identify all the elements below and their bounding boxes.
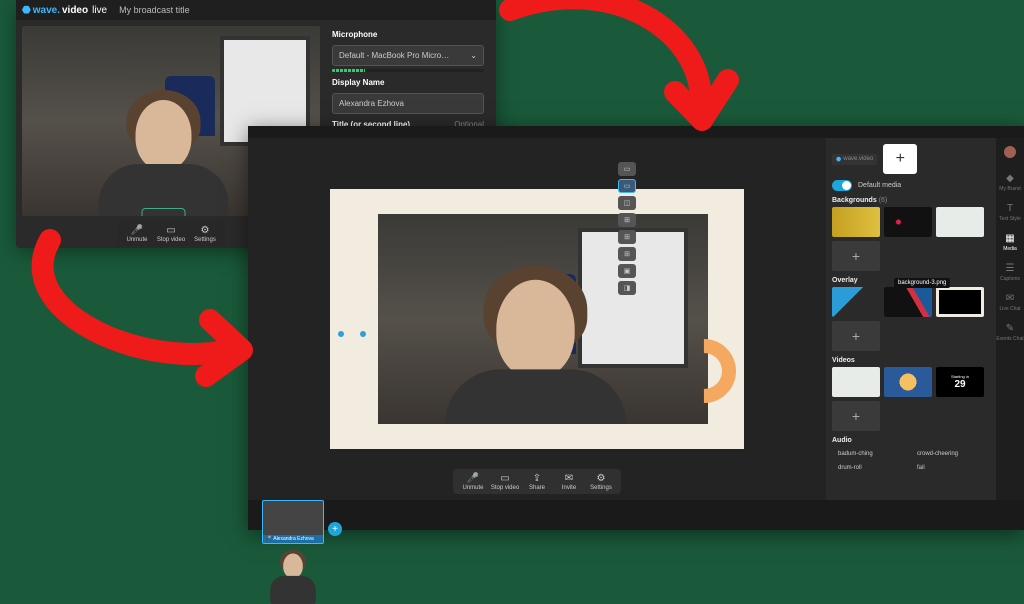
gear-icon: ⚙ — [199, 224, 211, 236]
media-icon: ▦ — [1004, 232, 1016, 244]
stage-canvas — [330, 189, 744, 449]
layout-sidebar[interactable]: ◨ — [618, 281, 636, 295]
stage-settings-button[interactable]: ⚙Settings — [586, 472, 616, 491]
background-thumb[interactable] — [832, 207, 880, 237]
mic-value: Default - MacBook Pro Micro… — [339, 51, 449, 60]
default-media-label: Default media — [858, 182, 901, 189]
brand-icon: ◆ — [1004, 172, 1016, 184]
layout-grid3[interactable]: ⊞ — [618, 213, 636, 227]
user-avatar[interactable] — [1004, 146, 1016, 158]
brand-logo: ⬣ wave.video live — [22, 5, 107, 16]
camera-icon: ▭ — [499, 472, 511, 484]
overlay-thumb-selected[interactable] — [936, 287, 984, 317]
audio-label: Audio — [832, 437, 990, 444]
audio-item[interactable]: crowd-cheering — [911, 447, 990, 461]
mic-label: Microphone — [332, 30, 484, 39]
annotation-arrow-2 — [20, 230, 280, 395]
studio-topbar — [248, 126, 1024, 138]
audio-item[interactable]: drum-roll — [832, 461, 911, 475]
add-background[interactable]: + — [832, 241, 880, 271]
videos-row: Starting in 29 + — [832, 367, 990, 431]
tab-live-chat[interactable]: ✉Live Chat — [999, 292, 1020, 312]
tab-captions[interactable]: ☰Captions — [1000, 262, 1020, 282]
layout-single[interactable]: ▭ — [618, 162, 636, 176]
audio-item[interactable]: badum-ching — [832, 447, 911, 461]
name-label: Display Name — [332, 78, 484, 87]
brand-wave: wave. — [33, 5, 60, 16]
stage-camera-feed — [378, 214, 708, 424]
mic-off-icon: 🎤 — [467, 472, 479, 484]
overlay-thumb[interactable] — [832, 287, 880, 317]
backgrounds-label: Backgrounds (6) — [832, 197, 990, 204]
stop-video-label: Stop video — [157, 237, 185, 243]
participant-strip: 🎤Alexandra Ezhova + — [248, 500, 1024, 530]
audio-item[interactable]: fail — [911, 461, 990, 475]
right-tab-strip: ◆My Brand TText Style ▦Media ☰Captions ✉… — [996, 138, 1024, 500]
invite-icon: ✉ — [563, 472, 575, 484]
layout-framed[interactable]: ▭ — [618, 179, 636, 193]
text-icon: T — [1004, 202, 1016, 214]
brand-live: live — [92, 5, 107, 16]
setup-header: ⬣ wave.video live My broadcast title — [16, 0, 496, 20]
studio-window: 🎤Unmute ▭Stop video ⇪Share ✉Invite ⚙Sett… — [248, 126, 1024, 530]
mic-level-meter — [332, 69, 484, 72]
videos-label: Videos — [832, 357, 990, 364]
backgrounds-row: + — [832, 207, 990, 271]
preview-controls: 🎤 Unmute ▭ Stop video ⚙ Settings — [117, 221, 225, 246]
add-video[interactable]: + — [832, 401, 880, 431]
add-participant-button[interactable]: + — [328, 522, 342, 536]
stage-share-button[interactable]: ⇪Share — [522, 472, 552, 491]
bg-tooltip: background-3.png — [894, 278, 950, 288]
stage-unmute-button[interactable]: 🎤Unmute — [458, 472, 488, 491]
brand-video: video — [62, 5, 88, 16]
participant-thumb[interactable]: 🎤Alexandra Ezhova — [262, 500, 324, 544]
background-thumb[interactable] — [936, 207, 984, 237]
media-panel: ⬣wave.video + Default media Backgrounds … — [826, 138, 996, 500]
preview-settings-button[interactable]: ⚙ Settings — [190, 224, 220, 243]
layout-split2[interactable]: ◫ — [618, 196, 636, 210]
audio-row: badum-ching crowd-cheering drum-roll fai… — [832, 447, 990, 475]
add-overlay[interactable]: + — [832, 321, 880, 351]
participant-name: Alexandra Ezhova — [273, 536, 314, 542]
camera-icon: ▭ — [165, 224, 177, 236]
settings-label: Settings — [194, 237, 216, 243]
captions-icon: ☰ — [1004, 262, 1016, 274]
broadcast-title: My broadcast title — [119, 5, 190, 15]
layout-grid4[interactable]: ⊞ — [618, 230, 636, 244]
mic-select[interactable]: Default - MacBook Pro Micro… ⌄ — [332, 45, 484, 66]
layout-pip[interactable]: ▣ — [618, 264, 636, 278]
overlay-row: + — [832, 287, 990, 351]
stage-controls: 🎤Unmute ▭Stop video ⇪Share ✉Invite ⚙Sett… — [453, 469, 621, 494]
stage-invite-button[interactable]: ✉Invite — [554, 472, 584, 491]
background-thumb[interactable] — [884, 207, 932, 237]
layout-buttons: ▭ ▭ ◫ ⊞ ⊞ ⊞ ▣ ◨ — [618, 162, 636, 295]
unmute-label: Unmute — [126, 237, 147, 243]
video-countdown-thumb[interactable]: Starting in 29 — [936, 367, 984, 397]
chat-icon: ✉ — [1004, 292, 1016, 304]
stop-video-button[interactable]: ▭ Stop video — [156, 224, 186, 243]
chevron-down-icon: ⌄ — [470, 51, 477, 60]
mic-icon: 🎤 — [265, 536, 271, 542]
default-media-toggle[interactable] — [832, 180, 852, 191]
gear-icon: ⚙ — [595, 472, 607, 484]
overlay-thumb[interactable] — [884, 287, 932, 317]
tab-text-style[interactable]: TText Style — [999, 202, 1021, 222]
tab-events-chat[interactable]: ✎Events Chat — [996, 322, 1023, 342]
unmute-button[interactable]: 🎤 Unmute — [122, 224, 152, 243]
mic-off-icon: 🎤 — [131, 224, 143, 236]
brand-tile[interactable]: ⬣wave.video — [832, 154, 877, 165]
tab-media[interactable]: ▦Media — [1003, 232, 1017, 252]
share-icon: ⇪ — [531, 472, 543, 484]
events-icon: ✎ — [1004, 322, 1016, 334]
display-name-input[interactable] — [332, 93, 484, 114]
stage-stop-video-button[interactable]: ▭Stop video — [490, 472, 520, 491]
video-thumb[interactable] — [884, 367, 932, 397]
tab-my-brand[interactable]: ◆My Brand — [999, 172, 1020, 192]
stage-area: 🎤Unmute ▭Stop video ⇪Share ✉Invite ⚙Sett… — [248, 138, 826, 500]
video-thumb[interactable] — [832, 367, 880, 397]
layout-grid6[interactable]: ⊞ — [618, 247, 636, 261]
add-brand-tile[interactable]: + — [883, 144, 917, 174]
